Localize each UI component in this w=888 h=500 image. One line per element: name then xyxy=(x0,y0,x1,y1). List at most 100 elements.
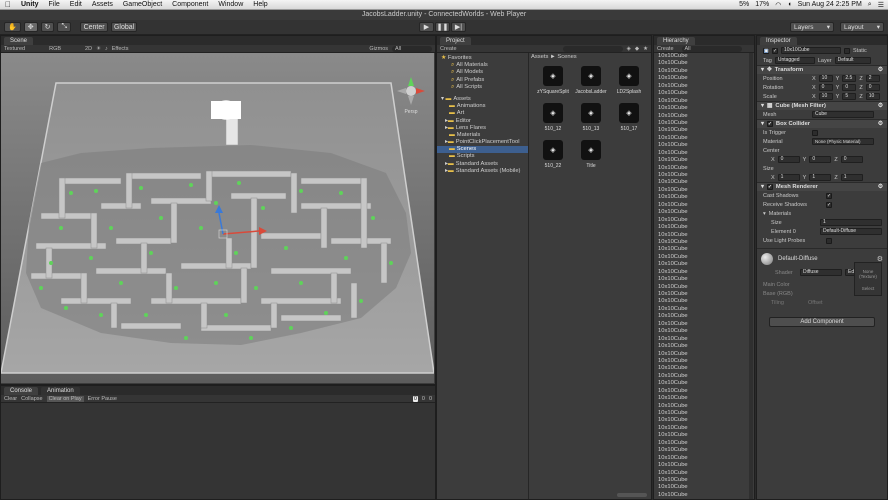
hierarchy-search-input[interactable]: All xyxy=(681,45,742,52)
position-z[interactable]: 2 xyxy=(865,75,880,82)
gear-icon[interactable]: ⚙ xyxy=(878,184,883,190)
hierarchy-item[interactable]: 10x10Cube xyxy=(654,447,754,454)
size-x[interactable]: 1 xyxy=(777,174,800,181)
menu-edit[interactable]: Edit xyxy=(65,1,87,8)
hierarchy-item[interactable]: 10x10Cube xyxy=(654,142,754,149)
clock[interactable]: Sun Aug 24 2:25 PM xyxy=(798,1,862,8)
gizmos-dropdown[interactable]: Gizmos xyxy=(369,46,388,52)
hierarchy-item[interactable]: 10x10Cube xyxy=(654,224,754,231)
tab-inspector[interactable]: Inspector xyxy=(760,37,797,45)
position-x[interactable]: 10 xyxy=(818,75,833,82)
hierarchy-item[interactable]: 10x10Cube xyxy=(654,462,754,469)
render-mode-dropdown[interactable]: Textured xyxy=(4,46,25,52)
hierarchy-item[interactable]: 10x10Cube xyxy=(654,358,754,365)
hierarchy-item[interactable]: 10x10Cube xyxy=(654,98,754,105)
tab-scene[interactable]: Scene xyxy=(4,37,34,45)
pivot-toggle[interactable]: Center xyxy=(80,22,109,32)
star-icon[interactable]: ★ xyxy=(643,46,648,52)
materials-row[interactable]: ▾ Materials xyxy=(757,209,887,218)
battery-status[interactable]: 17% xyxy=(755,1,769,8)
scene-asset[interactable]: ◈ 510_12 xyxy=(538,103,568,132)
hierarchy-item[interactable]: 10x10Cube xyxy=(654,336,754,343)
scale-y[interactable]: 5 xyxy=(842,93,857,100)
scale-x[interactable]: 10 xyxy=(818,93,833,100)
materials-size-field[interactable]: 1 xyxy=(820,219,882,226)
spotlight-icon[interactable]: ⌕ xyxy=(868,1,872,9)
hierarchy-item[interactable]: 10x10Cube xyxy=(654,113,754,120)
pause-icon[interactable]: ❚❚ xyxy=(435,22,450,32)
hierarchy-item[interactable]: 10x10Cube xyxy=(654,395,754,402)
static-checkbox[interactable] xyxy=(844,47,850,54)
mesh-renderer-header[interactable]: ▾ ✓ Mesh Renderer ⚙ xyxy=(757,182,887,191)
hierarchy-item[interactable]: 10x10Cube xyxy=(654,261,754,268)
scale-z[interactable]: 10 xyxy=(865,93,880,100)
folder-item[interactable]: ▸▬ Standard Assets xyxy=(437,161,528,168)
play-icon[interactable]: ▶ xyxy=(419,22,434,32)
folder-item[interactable]: ▸▬ Editor xyxy=(437,118,528,125)
folder-item[interactable]: ▸▬ PointClickPlacementTool xyxy=(437,139,528,146)
folder-item-selected[interactable]: ▬ Scenes xyxy=(437,146,528,154)
console-error-pause-button[interactable]: Error Pause xyxy=(88,396,117,402)
hierarchy-item[interactable]: 10x10Cube xyxy=(654,105,754,112)
hierarchy-item[interactable]: 10x10Cube xyxy=(654,209,754,216)
hierarchy-item[interactable]: 10x10Cube xyxy=(654,380,754,387)
lighting-icon[interactable]: ☀ xyxy=(96,46,101,52)
hierarchy-item[interactable]: 10x10Cube xyxy=(654,403,754,410)
hierarchy-item[interactable]: 10x10Cube xyxy=(654,165,754,172)
hierarchy-item[interactable]: 10x10Cube xyxy=(654,470,754,477)
hierarchy-item[interactable]: 10x10Cube xyxy=(654,284,754,291)
texture-select-button[interactable]: Select xyxy=(855,286,881,291)
object-name-field[interactable]: 10x10Cube xyxy=(781,47,841,54)
audio-icon[interactable]: ♪ xyxy=(105,46,108,52)
component-checkbox[interactable]: ✓ xyxy=(766,121,773,127)
info-count[interactable]: 0 xyxy=(412,395,418,402)
assets-header[interactable]: ▾ ▬ Assets xyxy=(437,96,528,103)
list-icon[interactable]: ☰ xyxy=(878,1,884,9)
shader-dropdown[interactable]: Diffuse xyxy=(800,269,842,276)
scene-asset[interactable]: ◈ JacobsLadder xyxy=(575,66,607,95)
position-y[interactable]: 2.5 xyxy=(842,75,857,82)
receive-shadows-checkbox[interactable]: ✓ xyxy=(826,201,832,208)
folder-item[interactable]: ▸▬ Standard Assets (Mobile) xyxy=(437,168,528,175)
element-field[interactable]: Default-Diffuse xyxy=(820,228,882,235)
console-clear-button[interactable]: Clear xyxy=(4,396,17,402)
effects-dropdown[interactable]: Effects xyxy=(112,46,129,52)
hierarchy-item[interactable]: 10x10Cube xyxy=(654,239,754,246)
mesh-filter-header[interactable]: ▾ ▦ Cube (Mesh Filter) ⚙ xyxy=(757,101,887,110)
hierarchy-item[interactable]: 10x10Cube xyxy=(654,328,754,335)
hierarchy-item[interactable]: 10x10Cube xyxy=(654,120,754,127)
project-search-input[interactable] xyxy=(562,45,623,52)
active-checkbox[interactable]: ✓ xyxy=(772,47,778,54)
hierarchy-item[interactable]: 10x10Cube xyxy=(654,276,754,283)
layout-dropdown[interactable]: Layout ▾ xyxy=(840,22,884,32)
hierarchy-item[interactable]: 10x10Cube xyxy=(654,373,754,380)
hierarchy-item[interactable]: 10x10Cube xyxy=(654,365,754,372)
filter-icon[interactable]: ◈ xyxy=(627,46,631,52)
apple-icon[interactable]:  xyxy=(0,0,16,9)
gear-icon[interactable]: ⚙ xyxy=(878,121,883,127)
tab-hierarchy[interactable]: Hierarchy xyxy=(657,37,695,45)
menu-component[interactable]: Component xyxy=(167,1,213,8)
hierarchy-item[interactable]: 10x10Cube xyxy=(654,425,754,432)
layers-dropdown[interactable]: Layers ▾ xyxy=(790,22,834,32)
menu-gameobject[interactable]: GameObject xyxy=(118,1,167,8)
hierarchy-item[interactable]: 10x10Cube xyxy=(654,321,754,328)
hierarchy-item[interactable]: 10x10Cube xyxy=(654,477,754,484)
component-checkbox[interactable]: ✓ xyxy=(766,184,773,190)
wifi-icon[interactable]: ◠ xyxy=(775,1,781,9)
space-toggle[interactable]: Global xyxy=(111,22,138,32)
step-icon[interactable]: ▶| xyxy=(451,22,466,32)
hierarchy-item[interactable]: 10x10Cube xyxy=(654,194,754,201)
hierarchy-item[interactable]: 10x10Cube xyxy=(654,291,754,298)
light-probes-checkbox[interactable] xyxy=(826,237,832,244)
folder-item[interactable]: ▬ Art xyxy=(437,110,528,117)
folder-item[interactable]: ▬ Animations xyxy=(437,103,528,110)
project-create-button[interactable]: Create xyxy=(440,46,457,52)
rotation-y[interactable]: 0 xyxy=(842,84,857,91)
move-tool-icon[interactable]: ✥ xyxy=(23,22,38,32)
label-icon[interactable]: ◆ xyxy=(635,46,639,52)
volume-icon[interactable]: ◖ xyxy=(787,1,791,8)
hierarchy-item[interactable]: 10x10Cube xyxy=(654,492,754,499)
tab-animation[interactable]: Animation xyxy=(41,387,80,395)
toggle-2d[interactable]: 2D xyxy=(85,46,92,52)
